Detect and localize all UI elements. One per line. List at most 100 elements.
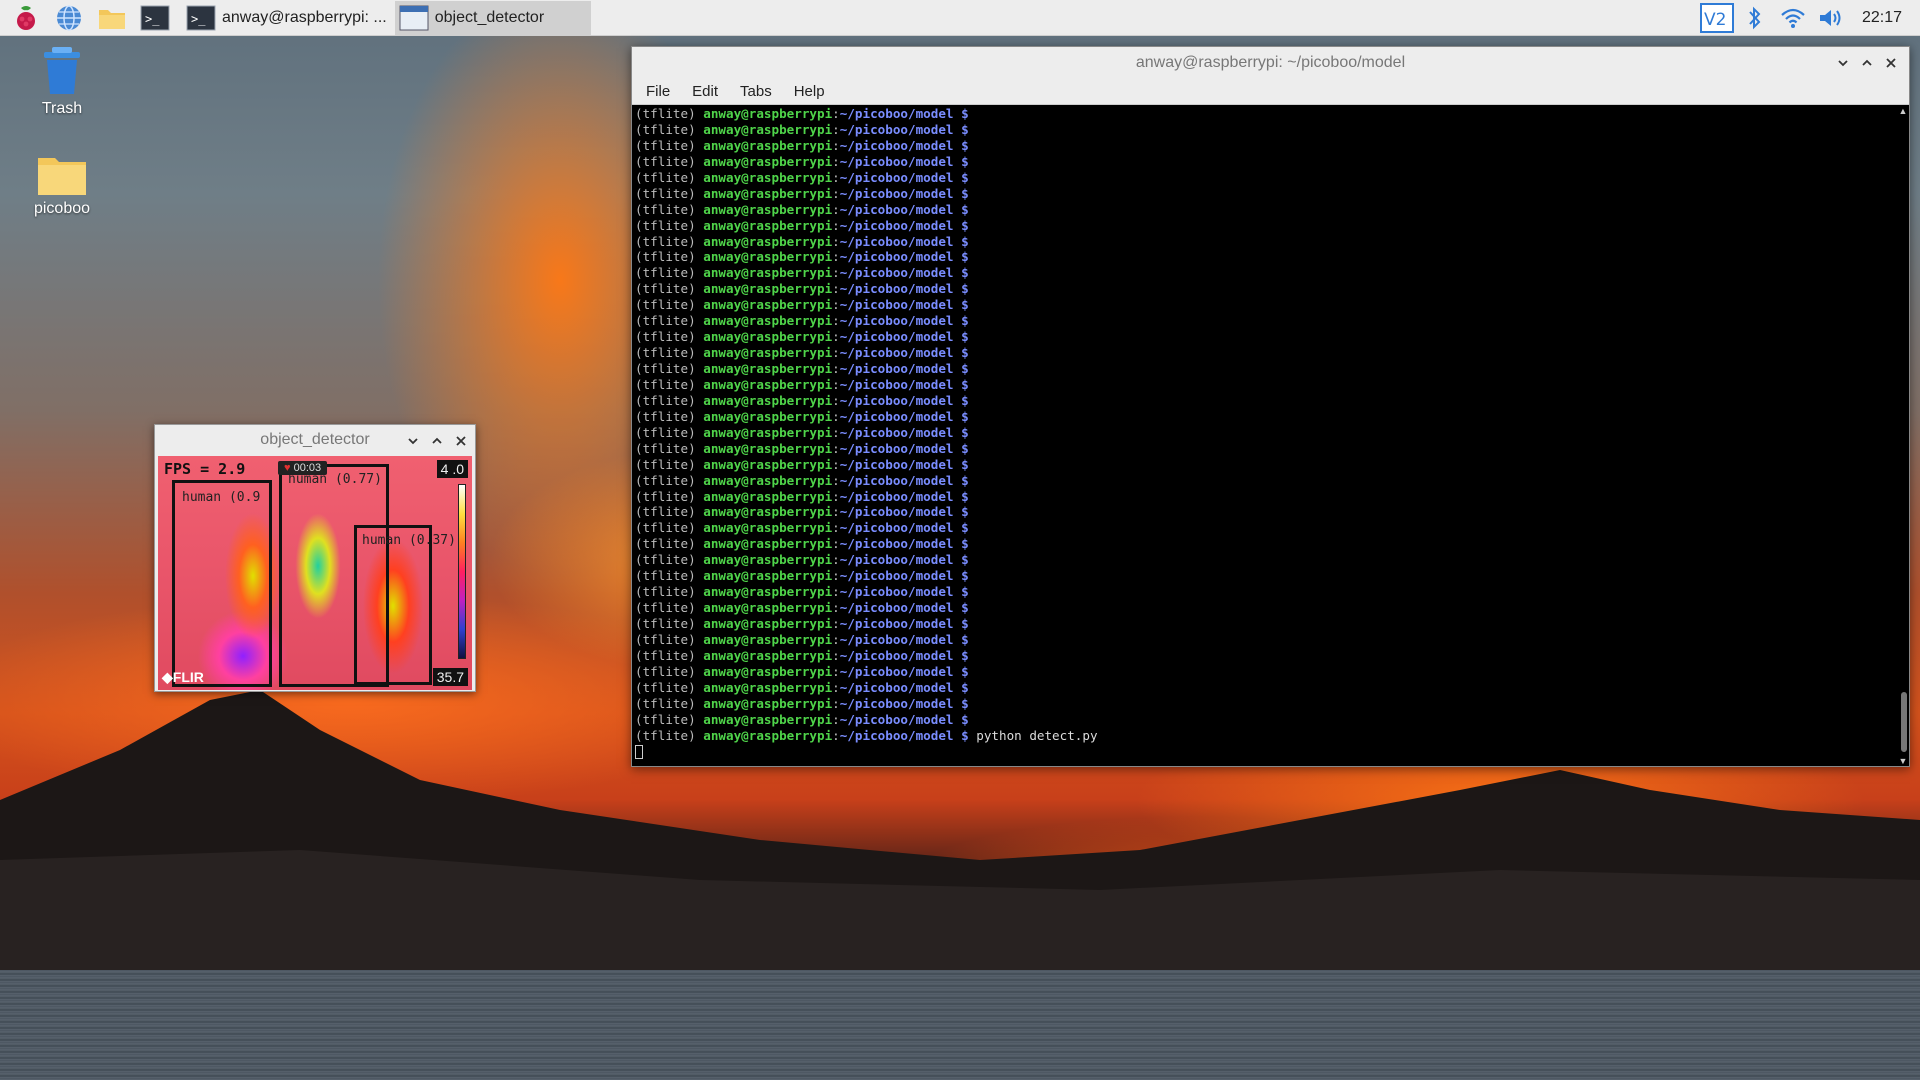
fps-readout: FPS = 2.9 (164, 460, 246, 478)
file-manager-icon[interactable] (95, 2, 129, 34)
minimize-button[interactable] (1833, 53, 1853, 73)
close-button[interactable] (1881, 53, 1901, 73)
prompt-path: $ (953, 600, 969, 616)
volume-icon[interactable] (1812, 0, 1850, 36)
prompt-user: anway@raspberrypi (703, 329, 833, 345)
prompt-path: ~/picoboo/model (839, 727, 954, 743)
prompt-user: anway@raspberrypi (703, 568, 833, 584)
prompt-user: anway@raspberrypi (703, 440, 833, 456)
prompt-path: $ (953, 233, 969, 249)
terminal-title: anway@raspberrypi: ~/picoboo/model (1135, 54, 1406, 71)
prompt-user: anway@raspberrypi (703, 520, 833, 536)
scroll-thumb[interactable] (1901, 692, 1907, 752)
prompt-env: (tflite) (635, 185, 704, 201)
prompt-path: $ (953, 584, 969, 600)
prompt-env: : (832, 329, 840, 345)
prompt-path: ~/picoboo/model (839, 265, 954, 281)
minimize-button[interactable] (403, 431, 423, 451)
thermal-camera-frame: human (0.9 human (0.77) human (0.37) FPS… (158, 456, 472, 690)
terminal-line: (tflite) anway@raspberrypi:~/picoboo/mod… (635, 728, 1899, 744)
prompt-path: ~/picoboo/model (839, 631, 954, 647)
prompt-path: $ (953, 504, 969, 520)
terminal-icon: >_ (186, 5, 216, 30)
prompt-env: (tflite) (635, 121, 704, 137)
prompt-user: anway@raspberrypi (703, 313, 833, 329)
prompt-env: : (832, 679, 840, 695)
menu-file[interactable]: File (642, 81, 674, 102)
prompt-path: $ (953, 695, 969, 711)
scroll-up-arrow[interactable]: ▲ (1898, 106, 1908, 116)
maximize-button[interactable] (427, 431, 447, 451)
task-object-detector[interactable]: object_detector (394, 0, 591, 35)
scroll-down-arrow[interactable]: ▼ (1898, 756, 1908, 766)
desktop-icon-picoboo[interactable]: picoboo (12, 152, 112, 218)
prompt-env: : (832, 456, 840, 472)
prompt-env: : (832, 169, 840, 185)
prompt-user: anway@raspberrypi (703, 408, 833, 424)
prompt-path: $ (953, 456, 969, 472)
prompt-env: (tflite) (635, 361, 704, 376)
prompt-env: (tflite) (635, 376, 704, 392)
prompt-path: $ (953, 647, 969, 663)
terminal-line: (tflite) anway@raspberrypi:~/picoboo/mod… (635, 106, 1899, 122)
prompt-env: : (832, 281, 840, 297)
task-terminal[interactable]: >_ anway@raspberrypi: ... (182, 1, 395, 35)
raspberry-menu-icon[interactable] (9, 2, 43, 34)
prompt-path: $ (953, 329, 969, 345)
prompt-path: $ (953, 631, 969, 647)
maximize-button[interactable] (1857, 53, 1877, 73)
web-browser-icon[interactable] (52, 2, 86, 34)
bluetooth-icon[interactable] (1736, 0, 1774, 36)
clock[interactable]: 22:17 (1862, 9, 1902, 27)
terminal-line: (tflite) anway@raspberrypi:~/picoboo/mod… (635, 297, 1899, 313)
terminal-launcher-icon[interactable]: >_ (138, 2, 172, 34)
terminal-line: (tflite) anway@raspberrypi:~/picoboo/mod… (635, 520, 1899, 536)
prompt-path: ~/picoboo/model (839, 361, 954, 376)
desktop-icon-trash[interactable]: Trash (12, 44, 112, 118)
menu-help[interactable]: Help (790, 81, 829, 102)
prompt-user: anway@raspberrypi (703, 584, 833, 600)
terminal-output[interactable]: (tflite) anway@raspberrypi:~/picoboo/mod… (632, 106, 1899, 766)
prompt-path: ~/picoboo/model (839, 552, 954, 568)
prompt-env: : (832, 616, 840, 631)
prompt-env: : (832, 424, 840, 440)
menu-edit[interactable]: Edit (688, 81, 722, 102)
terminal-line: (tflite) anway@raspberrypi:~/picoboo/mod… (635, 218, 1899, 234)
wifi-icon[interactable] (1774, 0, 1812, 36)
temperature-low: 35.7 (432, 668, 468, 686)
prompt-env: : (832, 647, 840, 663)
prompt-env: : (832, 488, 840, 504)
prompt-path: $ (953, 106, 969, 121)
terminal-line: (tflite) anway@raspberrypi:~/picoboo/mod… (635, 138, 1899, 154)
prompt-path: $ (953, 616, 969, 631)
prompt-env: : (832, 201, 840, 217)
prompt-env: : (832, 249, 840, 265)
prompt-env: (tflite) (635, 313, 704, 329)
object-detector-titlebar[interactable]: object_detector (155, 425, 475, 455)
prompt-path: $ (953, 472, 969, 488)
prompt-env: (tflite) (635, 345, 704, 361)
prompt-path: ~/picoboo/model (839, 392, 954, 408)
menu-tabs[interactable]: Tabs (736, 81, 776, 102)
prompt-env: : (832, 345, 840, 361)
terminal-titlebar[interactable]: anway@raspberrypi: ~/picoboo/model (632, 47, 1909, 79)
prompt-path: $ (953, 488, 969, 504)
terminal-scrollbar[interactable]: ▲ ▼ (1897, 106, 1909, 766)
prompt-user: anway@raspberrypi (703, 647, 833, 663)
prompt-user: anway@raspberrypi (703, 217, 833, 233)
prompt-user: anway@raspberrypi (703, 137, 833, 153)
prompt-path: ~/picoboo/model (839, 488, 954, 504)
prompt-path: $ (953, 392, 969, 408)
chevron-down-icon (408, 438, 418, 445)
prompt-env: : (832, 663, 840, 679)
prompt-env: : (832, 217, 840, 233)
prompt-path: ~/picoboo/model (839, 185, 954, 201)
prompt-path: $ (953, 568, 969, 584)
terminal-line: (tflite) anway@raspberrypi:~/picoboo/mod… (635, 664, 1899, 680)
prompt-env: : (832, 440, 840, 456)
vnc-icon[interactable]: V2 (1698, 0, 1736, 36)
prompt-env: (tflite) (635, 392, 704, 408)
prompt-path: ~/picoboo/model (839, 281, 954, 297)
terminal-line: (tflite) anway@raspberrypi:~/picoboo/mod… (635, 441, 1899, 457)
close-button[interactable] (451, 431, 471, 451)
